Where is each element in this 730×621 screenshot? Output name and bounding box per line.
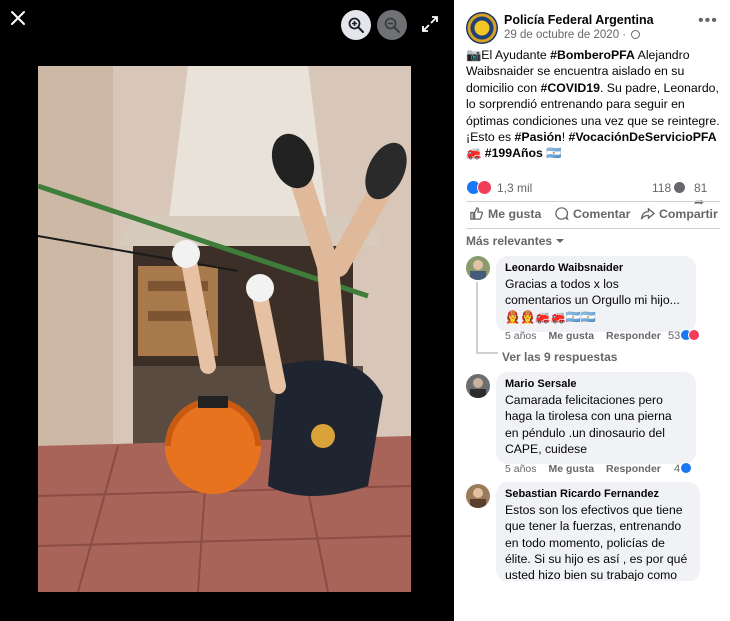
comment-age[interactable]: 5 años: [505, 463, 537, 475]
comment-bubble-icon: [674, 182, 686, 193]
comment-author[interactable]: Mario Sersale: [505, 378, 687, 390]
post-text-part: 🚒: [466, 146, 485, 161]
share-button-label: Compartir: [659, 207, 718, 221]
comment-count[interactable]: 118: [652, 181, 686, 195]
close-icon[interactable]: [6, 6, 30, 30]
post-text-part: 🇦🇷: [542, 146, 562, 161]
comment-bubble: Mario Sersale Camarada felicitaciones pe…: [496, 372, 696, 465]
view-replies-link[interactable]: Ver las 9 respuestas: [502, 350, 617, 364]
post-date-text: 29 de octubre de 2020 ·: [504, 29, 627, 41]
comment-count-value: 118: [652, 181, 672, 195]
post-text-part: 📷El Ayudante: [466, 48, 551, 62]
post-text: 📷El Ayudante #BomberoPFA Alejandro Waibs…: [466, 47, 724, 162]
comment-button[interactable]: Comentar: [554, 206, 630, 221]
reaction-summary: 1,3 mil 118 81 ➦: [466, 180, 720, 209]
post-panel: Policía Federal Argentina 29 de octubre …: [454, 0, 730, 621]
thumbs-up-icon: [470, 207, 483, 220]
share-count-value: 81: [694, 181, 708, 195]
divider: [466, 228, 720, 229]
avatar-photo: [470, 260, 486, 280]
comment-reactions[interactable]: 53: [668, 329, 701, 342]
comment-like-button[interactable]: Me gusta: [549, 463, 595, 475]
comment-reactions[interactable]: 4: [674, 462, 693, 475]
comment-text: Camarada felicitaciones pero haga la tir…: [505, 393, 672, 456]
post-actions: Me gusta Comentar Compartir: [466, 204, 728, 226]
like-reaction-icon: [680, 462, 693, 474]
comment-input-area: [454, 581, 730, 621]
page-name[interactable]: Policía Federal Argentina: [504, 13, 654, 27]
hashtag-link[interactable]: #199Años: [485, 146, 543, 160]
avatar-photo: [470, 488, 486, 508]
comment-sort-dropdown[interactable]: Más relevantes: [466, 234, 565, 248]
page-avatar[interactable]: [466, 12, 498, 44]
comment-meta: 5 años Me gusta Responder: [505, 330, 673, 342]
avatar[interactable]: [466, 484, 490, 508]
post-text-part: !: [561, 130, 569, 145]
photo-viewer: [0, 0, 454, 621]
comment-bubble: Sebastian Ricardo Fernandez Estos son lo…: [496, 482, 700, 582]
comment-icon: [555, 207, 569, 221]
comment-reply-button[interactable]: Responder: [606, 463, 661, 475]
comment-bubble: Leonardo Waibsnaider Gracias a todos x l…: [496, 256, 696, 332]
zoom-out-icon[interactable]: [377, 10, 407, 40]
comment-text: Estos son los efectivos que tiene que te…: [505, 503, 688, 582]
sort-label: Más relevantes: [466, 234, 553, 248]
like-button[interactable]: Me gusta: [469, 206, 541, 221]
post-photo: [38, 66, 411, 592]
love-reaction-icon: [688, 329, 701, 341]
hashtag-link[interactable]: #Pasión: [515, 130, 562, 144]
chevron-down-icon: [556, 239, 565, 247]
post-date[interactable]: 29 de octubre de 2020 ·: [504, 29, 641, 41]
love-reaction-icon: [477, 180, 492, 195]
globe-icon: [631, 30, 641, 39]
hashtag-link[interactable]: #COVID19: [541, 81, 600, 95]
thread-connector: [476, 352, 498, 354]
comment-button-label: Comentar: [573, 207, 631, 221]
avatar[interactable]: [466, 256, 490, 280]
hashtag-link[interactable]: #BomberoPFA: [550, 48, 635, 62]
zoom-in-icon[interactable]: [341, 10, 371, 40]
share-button[interactable]: Compartir: [640, 206, 718, 221]
comment-text: Gracias a todos x los comentarios un Org…: [505, 277, 680, 324]
more-options-icon[interactable]: •••: [698, 12, 718, 30]
hashtag-link[interactable]: #VocaciónDeServicioPFA: [569, 130, 717, 144]
avatar-photo: [470, 378, 486, 398]
comment-meta: 5 años Me gusta Responder: [505, 463, 673, 475]
share-icon: [640, 207, 656, 220]
comment-age[interactable]: 5 años: [505, 330, 537, 342]
reaction-count[interactable]: 1,3 mil: [497, 181, 532, 195]
thread-line: [476, 282, 478, 354]
comment-reply-button[interactable]: Responder: [606, 330, 661, 342]
like-button-label: Me gusta: [488, 207, 542, 221]
comment-reaction-count: 53: [668, 330, 681, 342]
fullscreen-icon[interactable]: [419, 13, 441, 35]
comment-like-button[interactable]: Me gusta: [549, 330, 595, 342]
comment-author[interactable]: Leonardo Waibsnaider: [505, 262, 687, 274]
avatar[interactable]: [466, 374, 490, 398]
comment-author[interactable]: Sebastian Ricardo Fernandez: [505, 488, 691, 500]
divider: [466, 201, 720, 202]
